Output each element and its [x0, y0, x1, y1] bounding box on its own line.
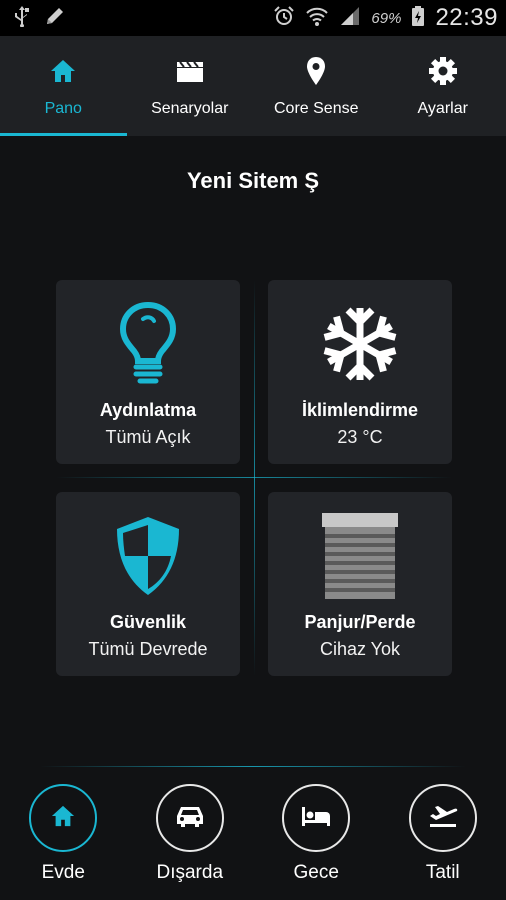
mode-label: Evde — [41, 862, 85, 883]
tile-status: 23 °C — [337, 427, 383, 447]
tab-senaryolar[interactable]: Senaryolar — [127, 36, 254, 136]
mode-bar: Evde Dışarda Gece Tatil — [0, 784, 506, 894]
tab-core-sense[interactable]: Core Sense — [253, 36, 380, 136]
home-icon — [49, 56, 77, 86]
battery-charging-icon — [411, 5, 425, 32]
bed-icon — [300, 804, 332, 833]
car-icon — [175, 804, 205, 833]
shutter-icon — [321, 510, 399, 602]
mode-away-button[interactable]: Dışarda — [140, 784, 240, 894]
tile-title: Aydınlatma — [99, 400, 197, 420]
mode-label: Gece — [293, 862, 339, 883]
mode-circle — [29, 784, 98, 852]
gear-icon — [428, 56, 458, 86]
mode-night-button[interactable]: Gece — [266, 784, 366, 894]
tile-security[interactable]: Güvenlik Tümü Devrede — [56, 492, 240, 676]
home-icon — [50, 804, 76, 833]
mode-home-button[interactable]: Evde — [13, 784, 113, 894]
signal-icon — [339, 5, 361, 32]
tile-title: Güvenlik — [109, 612, 187, 632]
tile-shutter[interactable]: Panjur/Perde Cihaz Yok — [268, 492, 452, 676]
tab-label: Core Sense — [274, 100, 359, 117]
clapperboard-icon — [175, 56, 205, 86]
snowflake-icon — [320, 298, 400, 390]
shield-icon — [113, 510, 183, 602]
tile-climate[interactable]: İklimlendirme 23 °C — [268, 280, 452, 464]
tab-label: Senaryolar — [151, 100, 229, 117]
tile-status: Cihaz Yok — [319, 639, 401, 659]
mode-vacation-button[interactable]: Tatil — [393, 784, 493, 894]
grid-divider — [254, 280, 255, 676]
battery-percent: 69% — [371, 9, 402, 27]
tile-status: Tümü Devrede — [88, 639, 208, 659]
tab-pano[interactable]: Pano — [0, 36, 127, 136]
location-pin-icon — [305, 56, 327, 86]
mode-label: Dışarda — [156, 862, 224, 883]
site-title: Yeni Sitem Ş — [186, 168, 320, 193]
device-category-grid: Aydınlatma Tümü Açık İklimlendirme 23 °C… — [56, 280, 452, 676]
tile-title: Panjur/Perde — [304, 612, 416, 632]
mode-label: Tatil — [425, 862, 460, 883]
clock: 22:39 — [435, 4, 498, 31]
lightbulb-icon — [118, 298, 178, 390]
status-bar: 69% 22:39 — [0, 0, 506, 36]
tile-status: Tümü Açık — [105, 427, 191, 447]
pencil-icon — [44, 5, 66, 32]
mode-circle — [282, 784, 351, 852]
tab-label: Ayarlar — [417, 100, 468, 117]
alarm-icon — [273, 5, 295, 32]
top-tab-bar: Pano Senaryolar Core Sense Ayarlar — [0, 36, 506, 136]
usb-icon — [14, 5, 30, 32]
mode-circle — [155, 784, 224, 852]
plane-departure-icon — [427, 803, 459, 834]
mode-circle — [408, 784, 477, 852]
tab-label: Pano — [44, 100, 82, 117]
wifi-icon — [305, 5, 329, 32]
tile-lighting[interactable]: Aydınlatma Tümü Açık — [56, 280, 240, 464]
tile-title: İklimlendirme — [301, 400, 419, 420]
divider — [40, 766, 466, 767]
tab-ayarlar[interactable]: Ayarlar — [380, 36, 506, 136]
